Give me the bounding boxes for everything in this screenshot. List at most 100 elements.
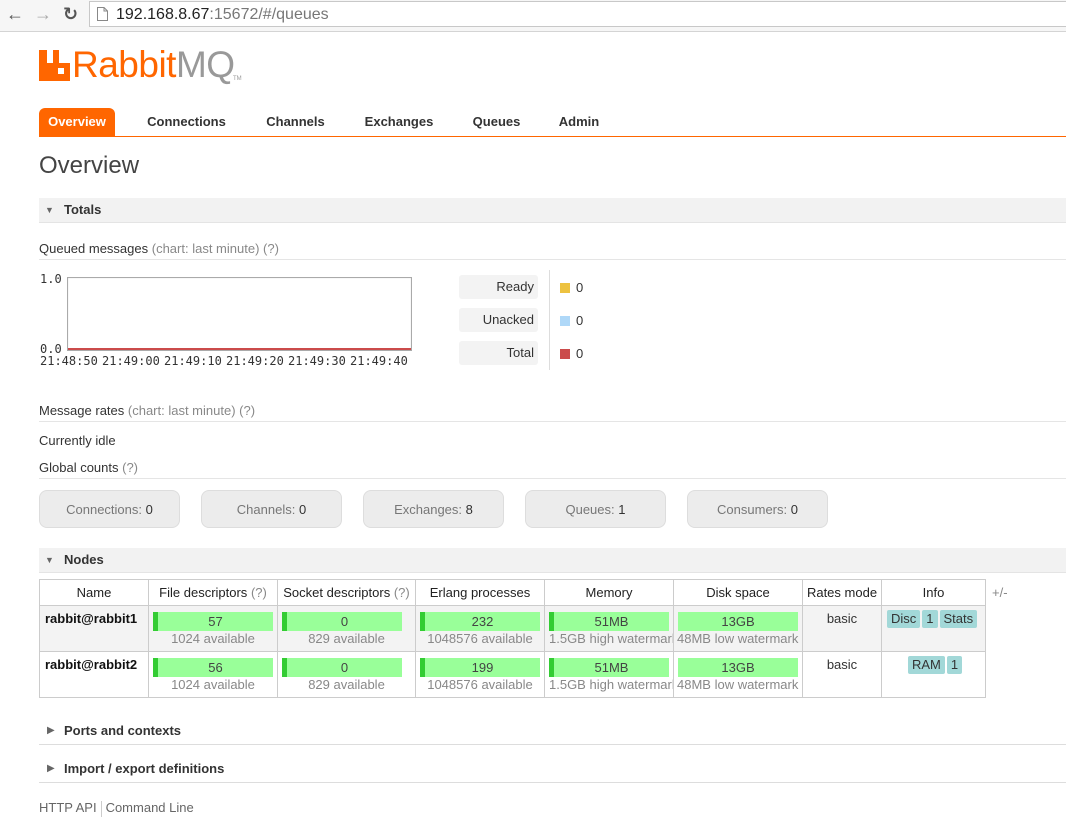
rates-mode-value: basic xyxy=(826,611,858,626)
import-export-title: Import / export definitions xyxy=(64,761,225,776)
legend-value-unacked: 0 xyxy=(576,313,584,328)
tab-channels[interactable]: Channels xyxy=(259,108,332,136)
erl-cell: 232 1048576 available xyxy=(415,605,545,652)
legend-divider xyxy=(549,270,550,370)
count-label: Queues: xyxy=(565,502,615,517)
channels-count-button[interactable]: Channels: 0 xyxy=(201,490,342,528)
legend-ready-text: Ready xyxy=(496,279,534,294)
url-path: :15672/#/queues xyxy=(209,6,329,23)
table-header-row: Name File descriptors (?) Socket descrip… xyxy=(39,579,986,606)
forward-arrow-icon[interactable]: → xyxy=(34,5,52,23)
disk-watermark: 48MB low watermark xyxy=(677,631,799,646)
erl-available: 1048576 available xyxy=(427,631,533,646)
col-header-erlang-processes[interactable]: Erlang processes xyxy=(415,579,545,606)
sd-bar: 0 xyxy=(282,658,402,677)
global-counts-hint[interactable]: (?) xyxy=(122,460,138,475)
table-row[interactable]: rabbit@rabbit1 57 1024 available 0 829 ava… xyxy=(39,605,986,652)
queued-messages-hint[interactable]: (chart: last minute) (?) xyxy=(152,241,279,256)
message-rates-hint[interactable]: (chart: last minute) (?) xyxy=(128,403,255,418)
col-header-name[interactable]: Name xyxy=(39,579,149,606)
node-name-link[interactable]: rabbit@rabbit2 xyxy=(40,652,148,672)
col-header-rates-mode[interactable]: Rates mode xyxy=(802,579,882,606)
col-header-disk-space[interactable]: Disk space xyxy=(673,579,803,606)
erl-bar: 199 xyxy=(420,658,540,677)
header-text: Rates mode xyxy=(806,585,878,600)
tab-exchanges[interactable]: Exchanges xyxy=(357,108,441,136)
legend-value-total: 0 xyxy=(576,346,584,361)
legend-total-text: Total xyxy=(506,345,534,360)
exchanges-count-button[interactable]: Exchanges: 8 xyxy=(363,490,504,528)
column-toggle-link[interactable]: +/- xyxy=(992,585,1008,600)
fd-cell: 56 1024 available xyxy=(148,651,278,698)
consumers-count-button[interactable]: Consumers: 0 xyxy=(687,490,828,528)
global-counts-label: Global counts xyxy=(39,460,119,475)
fd-bar: 56 xyxy=(153,658,273,677)
node-name-link[interactable]: rabbit@rabbit1 xyxy=(40,606,148,626)
header-text: Info xyxy=(922,585,945,600)
info-badge-count: 1 xyxy=(922,610,938,628)
legend-label-ready: Ready xyxy=(459,275,538,299)
sd-cell: 0 829 available xyxy=(277,651,416,698)
info-cell: Disc 1 Stats xyxy=(881,605,986,652)
legend-value-ready: 0 xyxy=(576,280,584,295)
header-text: Name xyxy=(76,585,112,600)
tab-overview[interactable]: Overview xyxy=(39,108,115,136)
help-hint[interactable]: (?) xyxy=(394,585,410,600)
fd-available: 1024 available xyxy=(171,631,255,646)
mem-bar: 51MB xyxy=(549,612,669,631)
count-value: 0 xyxy=(790,502,798,517)
connections-count-button[interactable]: Connections: 0 xyxy=(39,490,180,528)
reload-icon[interactable]: ↻ xyxy=(63,5,78,23)
page-title: Overview xyxy=(39,152,140,179)
erl-available: 1048576 available xyxy=(427,677,533,692)
mem-cell: 51MB 1.5GB high watermark xyxy=(544,605,674,652)
address-bar[interactable]: 192.168.8.67:15672/#/queues xyxy=(89,1,1066,27)
message-rates-label: Message rates xyxy=(39,403,125,418)
node-name-cell[interactable]: rabbit@rabbit1 xyxy=(39,605,149,652)
count-label: Consumers: xyxy=(717,502,788,517)
tab-admin[interactable]: Admin xyxy=(552,108,606,136)
col-header-memory[interactable]: Memory xyxy=(544,579,674,606)
tab-queues[interactable]: Queues xyxy=(466,108,527,136)
chart-xtick: 21:49:20 xyxy=(226,354,284,368)
logo-text-mq: MQ xyxy=(175,44,235,85)
help-hint[interactable]: (?) xyxy=(251,585,267,600)
import-export-section-header[interactable]: ▶ Import / export definitions xyxy=(39,756,1066,783)
http-api-link[interactable]: HTTP API xyxy=(39,800,97,815)
disk-bar: 13GB xyxy=(678,612,798,631)
global-counts-heading: Global counts (?) xyxy=(39,460,1066,479)
col-header-socket-descriptors[interactable]: Socket descriptors (?) xyxy=(277,579,416,606)
fd-cell: 57 1024 available xyxy=(148,605,278,652)
legend-label-unacked: Unacked xyxy=(459,308,538,332)
rates-mode-value: basic xyxy=(826,657,858,672)
command-line-link[interactable]: Command Line xyxy=(106,800,194,815)
chart-xtick: 21:49:00 xyxy=(102,354,160,368)
count-value: 0 xyxy=(298,502,307,517)
footer-divider xyxy=(100,800,102,817)
node-name-cell[interactable]: rabbit@rabbit2 xyxy=(39,651,149,698)
mem-watermark: 1.5GB high watermark xyxy=(549,677,673,692)
table-row[interactable]: rabbit@rabbit2 56 1024 available 0 829 ava… xyxy=(39,651,986,698)
info-badge-ram: RAM xyxy=(908,656,945,674)
totals-section-title: Totals xyxy=(64,202,102,217)
col-header-file-descriptors[interactable]: File descriptors (?) xyxy=(148,579,278,606)
back-arrow-icon[interactable]: ← xyxy=(6,5,24,23)
col-header-info[interactable]: Info xyxy=(881,579,986,606)
totals-section-header[interactable]: ▼ Totals xyxy=(39,198,1066,223)
browser-toolbar: ← → ↻ 192.168.8.67:15672/#/queues xyxy=(0,0,1066,32)
footer: HTTP API Command Line xyxy=(39,800,194,817)
nodes-section-header[interactable]: ▼ Nodes xyxy=(39,548,1066,573)
legend-swatch-total xyxy=(560,349,570,359)
ports-contexts-section-header[interactable]: ▶ Ports and contexts xyxy=(39,718,1066,745)
url-text: 192.168.8.67:15672/#/queues xyxy=(116,6,329,24)
queued-messages-chart xyxy=(67,277,412,351)
disk-cell: 13GB 48MB low watermark xyxy=(673,605,803,652)
chart-series-total-line xyxy=(68,348,411,350)
idle-status-text: Currently idle xyxy=(39,433,116,448)
url-host: 192.168.8.67 xyxy=(116,6,210,23)
queues-count-button[interactable]: Queues: 1 xyxy=(525,490,666,528)
tab-connections[interactable]: Connections xyxy=(139,108,234,136)
sd-available: 829 available xyxy=(308,677,385,692)
disk-cell: 13GB 48MB low watermark xyxy=(673,651,803,698)
sd-available: 829 available xyxy=(308,631,385,646)
